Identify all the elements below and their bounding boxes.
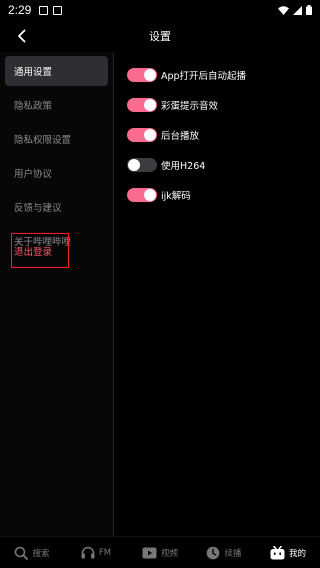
app-notification-icon bbox=[53, 5, 63, 15]
chevron-left-icon bbox=[18, 29, 26, 43]
back-button[interactable] bbox=[10, 24, 34, 48]
h264-toggle[interactable] bbox=[127, 158, 157, 172]
bilibili-tv-icon bbox=[270, 545, 285, 559]
notification-icon bbox=[39, 5, 49, 15]
ijk-decode-toggle[interactable] bbox=[127, 188, 157, 202]
setting-row-h264: 使用H264 bbox=[127, 150, 246, 180]
nav-search[interactable]: 搜索 bbox=[0, 537, 64, 568]
wifi-icon bbox=[278, 5, 289, 15]
nav-continue[interactable]: 续播 bbox=[192, 537, 256, 568]
header: 设置 bbox=[0, 20, 320, 52]
setting-label: 彩蛋提示音效 bbox=[161, 101, 219, 112]
headphones-icon bbox=[81, 546, 95, 559]
setting-label: App打开后自动起播 bbox=[161, 71, 247, 82]
setting-row-autoplay: App打开后自动起播 bbox=[127, 60, 246, 90]
settings-list: App打开后自动起播 彩蛋提示音效 后台播放 使用H264 ijk解码 bbox=[127, 60, 246, 210]
sidebar-item-user-agreement[interactable]: 用户协议 bbox=[5, 158, 108, 188]
setting-label: ijk解码 bbox=[161, 191, 191, 202]
battery-icon bbox=[306, 5, 312, 15]
sidebar-item-privacy-permissions[interactable]: 隐私权限设置 bbox=[5, 124, 108, 154]
history-icon bbox=[207, 546, 220, 559]
nav-mine[interactable]: 我的 bbox=[256, 537, 320, 568]
background-play-toggle[interactable] bbox=[127, 128, 157, 142]
status-bar: 2:29 bbox=[0, 0, 320, 20]
setting-row-ijk-decode: ijk解码 bbox=[127, 180, 246, 210]
sidebar-item-general[interactable]: 通用设置 bbox=[5, 56, 108, 86]
setting-row-background-play: 后台播放 bbox=[127, 120, 246, 150]
sidebar-item-privacy-policy[interactable]: 隐私政策 bbox=[5, 90, 108, 120]
autoplay-toggle[interactable] bbox=[127, 68, 157, 82]
logout-button[interactable]: 退出登录 bbox=[11, 233, 69, 268]
setting-label: 使用H264 bbox=[161, 161, 206, 172]
video-icon bbox=[142, 547, 157, 558]
nav-fm[interactable]: FM bbox=[64, 537, 128, 568]
bottom-nav: 搜索 FM 视频 续播 我的 bbox=[0, 536, 320, 568]
easter-egg-sound-toggle[interactable] bbox=[127, 98, 157, 112]
nav-video[interactable]: 视频 bbox=[128, 537, 192, 568]
status-time: 2:29 bbox=[8, 3, 32, 17]
page-title: 设置 bbox=[149, 30, 171, 43]
sidebar-item-feedback[interactable]: 反馈与建议 bbox=[5, 192, 108, 222]
settings-sidebar: 通用设置 隐私政策 隐私权限设置 用户协议 反馈与建议 关于哔哩哔哩 退出登录 bbox=[0, 52, 114, 536]
setting-row-easter-egg-sound: 彩蛋提示音效 bbox=[127, 90, 246, 120]
search-icon bbox=[15, 546, 29, 560]
signal-icon bbox=[293, 5, 302, 15]
setting-label: 后台播放 bbox=[161, 131, 200, 142]
